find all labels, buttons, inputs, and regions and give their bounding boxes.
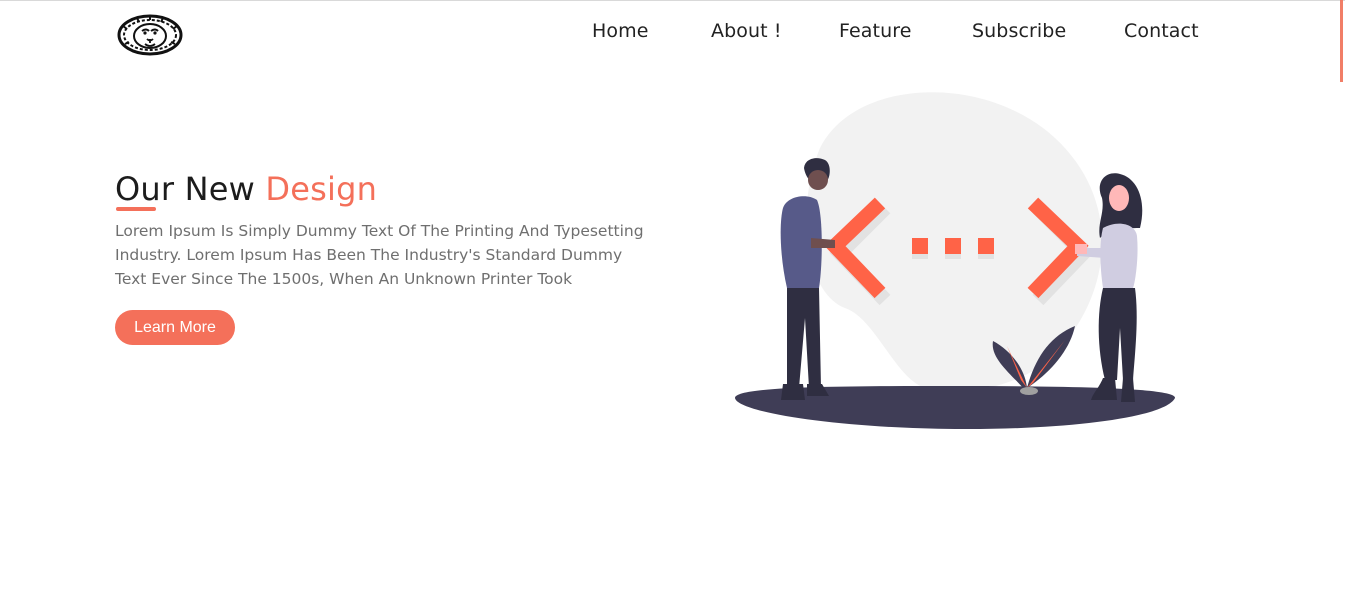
nav-about[interactable]: About ! <box>711 20 782 42</box>
hero-title-main: Our New <box>115 170 266 208</box>
nav-subscribe[interactable]: Subscribe <box>972 20 1066 42</box>
nav-contact[interactable]: Contact <box>1124 20 1199 42</box>
code-collaboration-illustration <box>735 92 1176 430</box>
main-nav: Home About ! Feature Subscribe Contact <box>0 20 1345 48</box>
nav-home[interactable]: Home <box>592 20 649 42</box>
learn-more-button[interactable]: Learn More <box>115 310 235 345</box>
hero-title: Our New Design <box>115 170 377 208</box>
site-header: Home About ! Feature Subscribe Contact <box>0 1 1345 65</box>
nav-feature[interactable]: Feature <box>839 20 912 42</box>
hero-title-accent: Design <box>265 170 378 208</box>
title-underline <box>116 207 156 211</box>
hero-description: Lorem Ipsum Is Simply Dummy Text Of The … <box>115 222 644 288</box>
